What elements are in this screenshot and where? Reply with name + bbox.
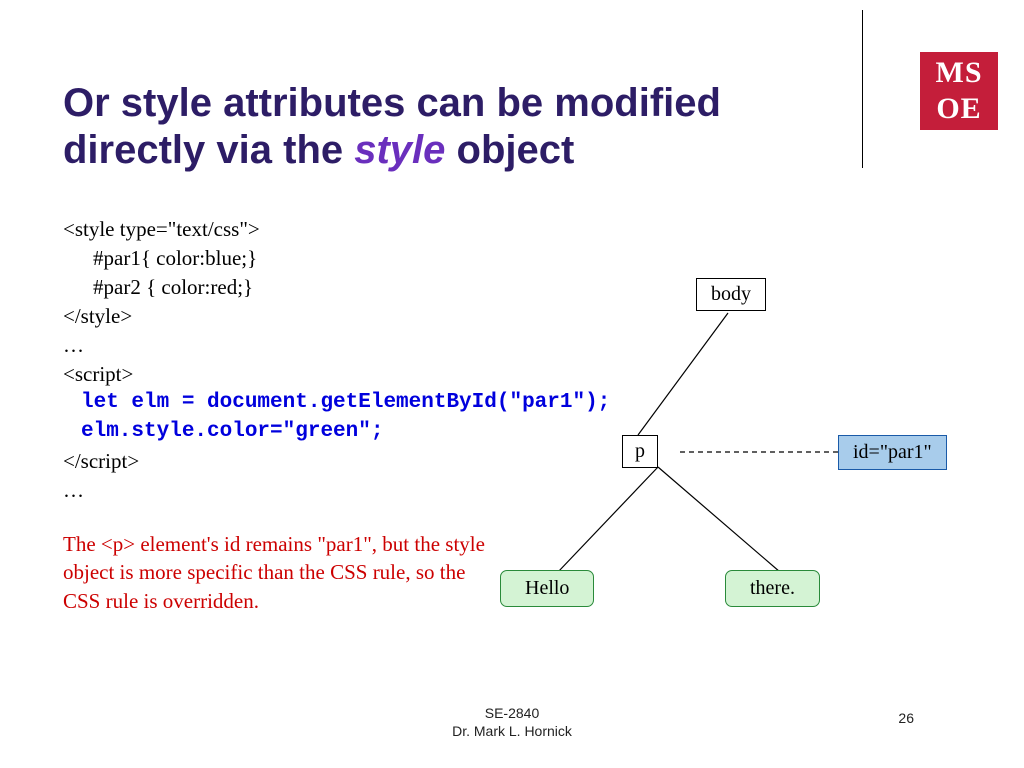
footer-course: SE-2840 — [0, 704, 1024, 722]
footer: SE-2840 Dr. Mark L. Hornick — [0, 704, 1024, 740]
node-attr: id="par1" — [838, 435, 947, 470]
page-number: 26 — [898, 710, 914, 726]
title-part2: object — [445, 128, 574, 172]
leaf-hello: Hello — [500, 570, 594, 607]
code-l10: … — [63, 478, 84, 502]
separator-line — [862, 10, 863, 168]
code-l4: </style> — [63, 304, 132, 328]
logo-line1: MS — [920, 55, 998, 91]
dom-tree-diagram: body p id="par1" Hello there. — [480, 260, 1000, 640]
code-l5: … — [63, 333, 84, 357]
logo-line2: OE — [920, 91, 998, 127]
leaf-there: there. — [725, 570, 820, 607]
msoe-logo: MS OE — [920, 52, 998, 130]
footer-author: Dr. Mark L. Hornick — [0, 722, 1024, 740]
slide-title: Or style attributes can be modified dire… — [63, 80, 833, 174]
explanation-note: The <p> element's id remains "par1", but… — [63, 530, 493, 615]
node-body: body — [696, 278, 766, 311]
title-em: style — [354, 128, 445, 172]
code-l6: <script> — [63, 362, 133, 386]
code-l1: <style type="text/css"> — [63, 217, 260, 241]
node-p: p — [622, 435, 658, 468]
code-l9: </script> — [63, 449, 139, 473]
